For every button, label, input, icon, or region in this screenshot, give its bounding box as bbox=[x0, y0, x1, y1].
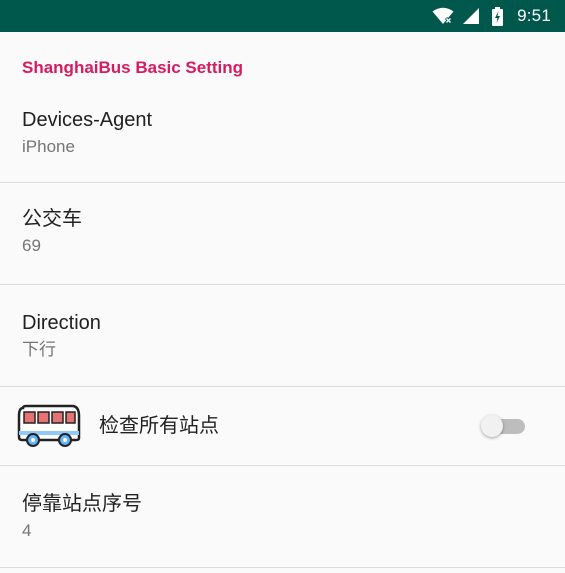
check-all-stops-toggle[interactable] bbox=[481, 415, 527, 437]
bus-icon bbox=[16, 400, 82, 452]
pref-summary: iPhone bbox=[22, 137, 75, 156]
pref-stop-index[interactable]: 停靠站点序号 4 bbox=[0, 466, 565, 568]
pref-title: Direction bbox=[22, 312, 101, 334]
pref-summary: 下行 bbox=[22, 340, 56, 359]
pref-title: 检查所有站点 bbox=[99, 415, 219, 437]
pref-summary: 4 bbox=[22, 521, 32, 540]
category-title: ShanghaiBus Basic Setting bbox=[22, 58, 244, 77]
pref-bus[interactable]: 公交车 69 bbox=[0, 183, 565, 285]
pref-summary: 69 bbox=[22, 236, 41, 255]
status-bar: 9:51 bbox=[0, 0, 565, 32]
pref-devices-agent[interactable]: Devices-Agent iPhone bbox=[0, 102, 565, 183]
battery-charging-icon bbox=[492, 6, 504, 26]
pref-title: Devices-Agent bbox=[22, 109, 153, 131]
pref-check-all-stops[interactable]: 检查所有站点 bbox=[0, 387, 565, 466]
pref-title: 公交车 bbox=[22, 208, 82, 230]
wifi-icon bbox=[432, 7, 454, 25]
status-time: 9:51 bbox=[517, 6, 551, 25]
cell-signal-icon bbox=[462, 7, 480, 25]
settings-list: ShanghaiBus Basic Setting Devices-Agent … bbox=[0, 32, 565, 568]
toggle-thumb bbox=[481, 415, 503, 437]
pref-direction[interactable]: Direction 下行 bbox=[0, 285, 565, 387]
pref-title: 停靠站点序号 bbox=[22, 493, 142, 515]
